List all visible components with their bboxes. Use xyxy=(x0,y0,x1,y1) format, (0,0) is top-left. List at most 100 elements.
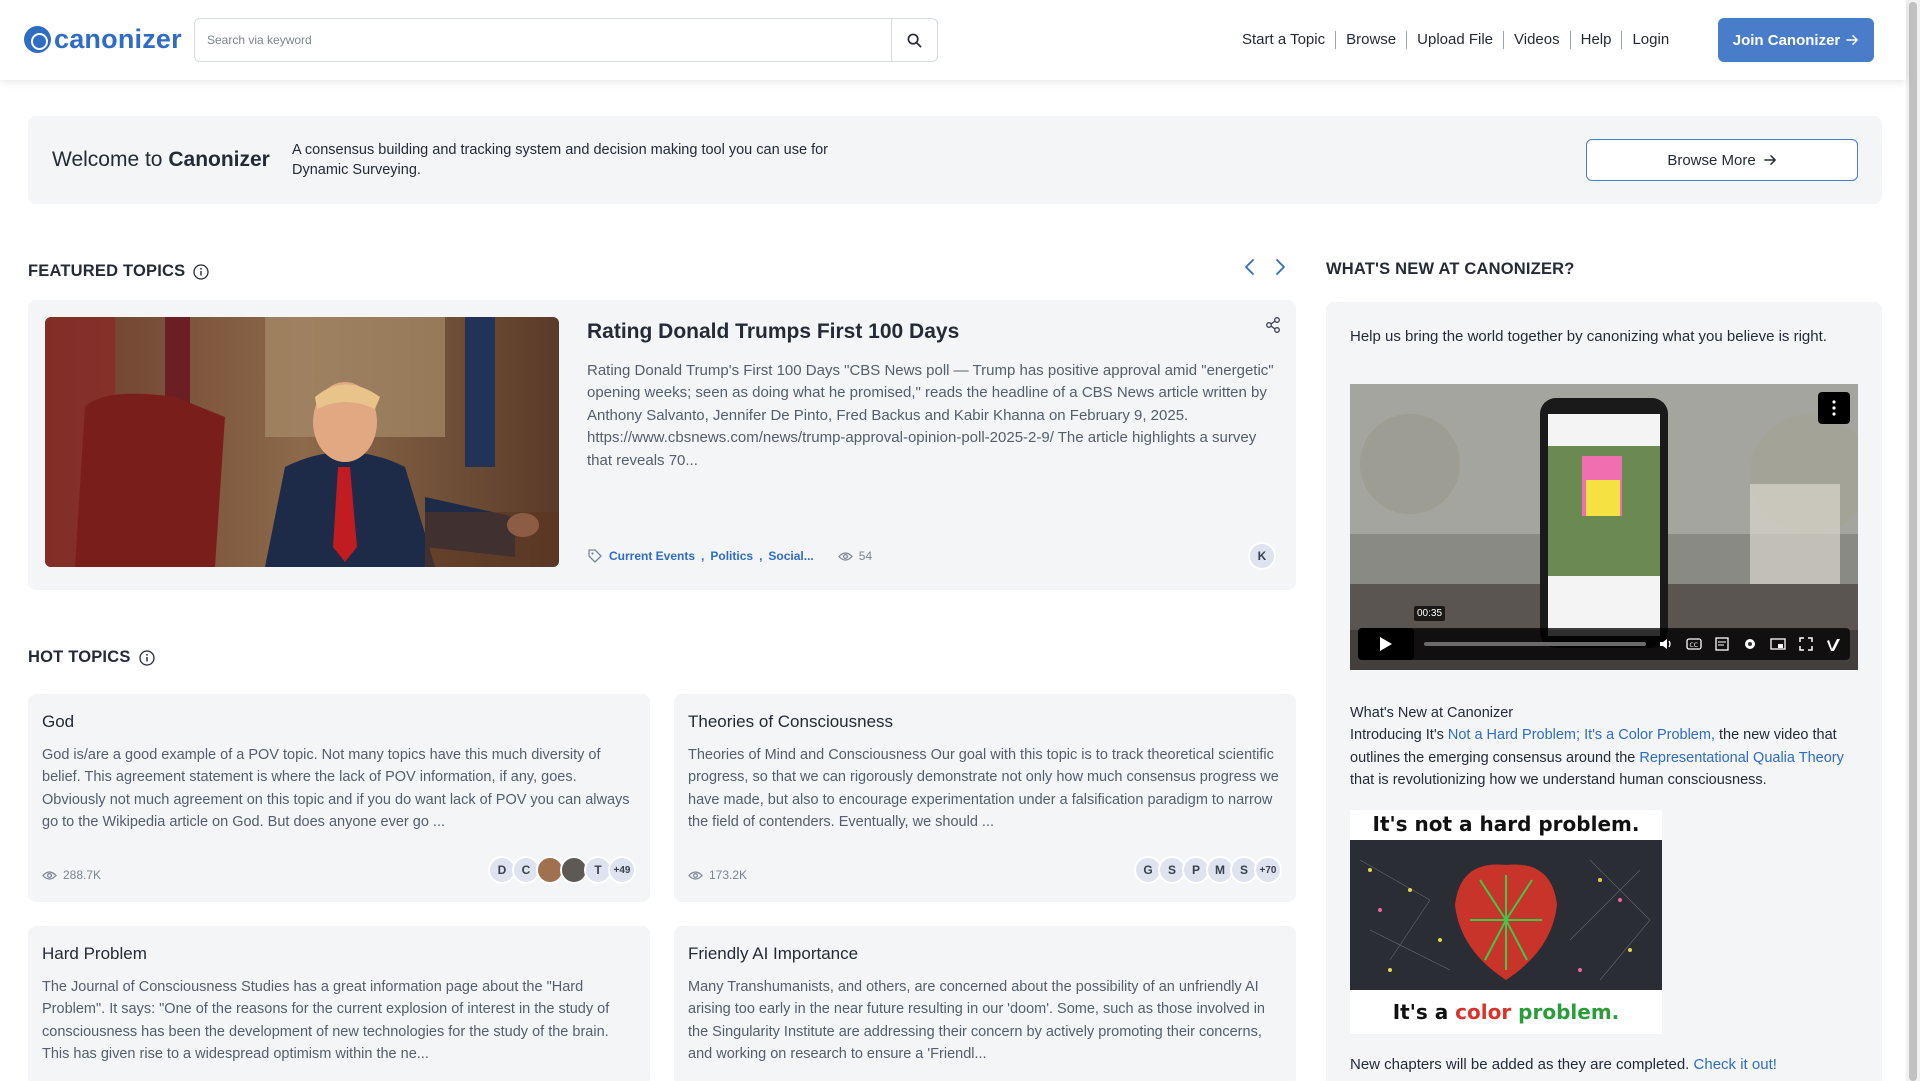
hot-topic-title[interactable]: Hard Problem xyxy=(42,944,147,964)
search-bar xyxy=(194,18,938,62)
whats-new-panel: Help us bring the world together by cano… xyxy=(1326,302,1882,1081)
join-button-label: Join Canonizer xyxy=(1732,31,1841,49)
hot-topic-title[interactable]: Theories of Consciousness xyxy=(688,712,893,732)
video-title-link[interactable]: Not a Hard Problem; It's a Color Problem… xyxy=(1448,727,1715,743)
share-icon[interactable] xyxy=(1264,316,1282,334)
vimeo-logo-icon[interactable] xyxy=(1826,636,1844,652)
image-top-caption: It's not a hard problem. xyxy=(1372,812,1640,836)
settings-gear-icon[interactable] xyxy=(1742,636,1758,652)
transcript-icon[interactable] xyxy=(1714,636,1730,652)
nav-start-topic[interactable]: Start a Topic xyxy=(1232,31,1335,49)
featured-photo xyxy=(45,317,559,567)
hot-topic-card-theories-of-consciousness[interactable]: Theories of Consciousness Theories of Mi… xyxy=(674,694,1296,902)
strawberry-artwork xyxy=(1350,840,1662,990)
footer-text: New chapters will be added as they are c… xyxy=(1350,1056,1694,1073)
carousel-controls xyxy=(1242,258,1288,276)
featured-topic-card[interactable]: Rating Donald Trumps First 100 Days Rati… xyxy=(28,300,1296,590)
eye-icon xyxy=(837,551,853,561)
page-scrollbar[interactable] xyxy=(1906,0,1920,1081)
featured-views-count: 54 xyxy=(858,549,873,563)
video-time: 00:35 xyxy=(1414,606,1446,621)
welcome-brand: Canonizer xyxy=(168,148,270,171)
arrow-right-icon xyxy=(1846,35,1859,45)
search-input[interactable] xyxy=(195,19,891,61)
color-problem-image[interactable]: It's not a hard problem. It's a color pr… xyxy=(1350,810,1662,1034)
hot-topic-title[interactable]: Friendly AI Importance xyxy=(688,944,858,964)
play-button[interactable] xyxy=(1358,628,1414,660)
browse-more-label: Browse More xyxy=(1667,151,1756,169)
featured-views: 54 xyxy=(837,549,873,563)
intro-suffix: that is revolutionizing how we understan… xyxy=(1350,772,1767,789)
nav-videos[interactable]: Videos xyxy=(1504,31,1570,49)
info-icon[interactable] xyxy=(138,649,155,666)
hot-topic-card-friendly-ai[interactable]: Friendly AI Importance Many Transhumanis… xyxy=(674,926,1296,1081)
eye-icon xyxy=(688,870,703,880)
hot-topic-description: The Journal of Consciousness Studies has… xyxy=(42,979,610,1063)
logo-mark-icon xyxy=(24,26,51,53)
featured-topic-meta: Current Events, Politics, Social... 54 xyxy=(587,548,872,564)
join-canonizer-button[interactable]: Join Canonizer xyxy=(1718,18,1874,62)
rqt-link[interactable]: Representational Qualia Theory xyxy=(1639,750,1843,766)
welcome-prefix: Welcome to xyxy=(52,148,163,171)
main-nav: Start a Topic Browse Upload File Videos … xyxy=(1232,0,1679,80)
more-avatars-badge[interactable]: +49 xyxy=(608,856,636,884)
nav-upload-file[interactable]: Upload File xyxy=(1407,31,1503,49)
hot-topic-description: God is/are a good example of a POV topic… xyxy=(42,747,630,831)
tag-current-events[interactable]: Current Events xyxy=(609,549,695,563)
canonizer-logo[interactable]: canonizer xyxy=(24,24,182,55)
image-bottom-caption: It's a color problem. xyxy=(1350,1000,1662,1024)
tag-icon xyxy=(588,549,602,563)
more-avatars-badge[interactable]: +70 xyxy=(1254,856,1282,884)
caption-color-word: color xyxy=(1455,1000,1512,1024)
hot-topic-views: 173.2K xyxy=(688,868,747,882)
welcome-banner: Welcome to Canonizer A consensus buildin… xyxy=(28,116,1882,204)
info-icon[interactable] xyxy=(193,263,209,280)
featured-topics-heading: FEATURED TOPICS xyxy=(28,262,209,281)
hot-topics-heading: HOT TOPICS xyxy=(28,648,155,667)
search-button[interactable] xyxy=(891,19,937,61)
featured-topic-description: Rating Donald Trump's First 100 Days "CB… xyxy=(587,362,1274,469)
whats-new-intro: Help us bring the world together by cano… xyxy=(1350,328,1827,345)
views-count: 288.7K xyxy=(63,868,102,882)
featured-topic-image[interactable] xyxy=(45,317,559,567)
nav-help[interactable]: Help xyxy=(1571,31,1622,49)
nav-login[interactable]: Login xyxy=(1622,31,1679,49)
eye-icon xyxy=(42,870,57,880)
avatar[interactable]: K xyxy=(1248,542,1276,570)
more-options-button[interactable] xyxy=(1818,392,1850,424)
chevron-right-icon[interactable] xyxy=(1272,258,1288,276)
hot-topics-title: HOT TOPICS xyxy=(28,648,131,666)
video-control-icons: CC xyxy=(1658,636,1844,652)
captions-icon[interactable]: CC xyxy=(1686,636,1702,652)
browse-more-button[interactable]: Browse More xyxy=(1586,139,1858,181)
whats-new-subheading: What's New at Canonizer xyxy=(1350,705,1514,721)
whats-new-body: What's New at Canonizer Introducing It's… xyxy=(1350,702,1870,792)
views-count: 173.2K xyxy=(709,868,748,882)
whats-new-footer: New chapters will be added as they are c… xyxy=(1350,1056,1777,1073)
hot-topic-description: Theories of Mind and Consciousness Our g… xyxy=(688,747,1279,831)
tag-social[interactable]: Social... xyxy=(768,549,813,563)
video-progress-track[interactable] xyxy=(1424,642,1646,646)
logo-text: canonizer xyxy=(54,24,182,54)
svg-text:CC: CC xyxy=(1690,642,1698,649)
volume-icon[interactable] xyxy=(1658,636,1674,652)
hot-topic-title[interactable]: God xyxy=(42,712,74,732)
chevron-left-icon[interactable] xyxy=(1242,258,1258,276)
featured-topic-title[interactable]: Rating Donald Trumps First 100 Days xyxy=(587,320,959,344)
tag-politics[interactable]: Politics xyxy=(710,549,753,563)
check-it-out-link[interactable]: Check it out! xyxy=(1694,1056,1777,1073)
fullscreen-icon[interactable] xyxy=(1798,636,1814,652)
top-header: canonizer Start a Topic Browse Upload Fi… xyxy=(0,0,1906,80)
hot-topic-views: 288.7K xyxy=(42,868,101,882)
hot-topic-card-god[interactable]: God God is/are a good example of a POV t… xyxy=(28,694,650,902)
video-controls-bar: 00:35 CC xyxy=(1358,606,1850,660)
video-player[interactable]: 00:35 CC xyxy=(1350,384,1858,670)
scrollbar-thumb[interactable] xyxy=(1909,2,1917,1081)
arrow-right-icon xyxy=(1763,155,1776,165)
caption-problem-word: problem. xyxy=(1511,1000,1620,1024)
caption-prefix: It's a xyxy=(1392,1000,1456,1024)
nav-browse[interactable]: Browse xyxy=(1336,31,1406,49)
hot-topic-card-hard-problem[interactable]: Hard Problem The Journal of Consciousnes… xyxy=(28,926,650,1081)
picture-in-picture-icon[interactable] xyxy=(1770,636,1786,652)
whats-new-title: WHAT'S NEW AT CANONIZER? xyxy=(1326,260,1575,278)
